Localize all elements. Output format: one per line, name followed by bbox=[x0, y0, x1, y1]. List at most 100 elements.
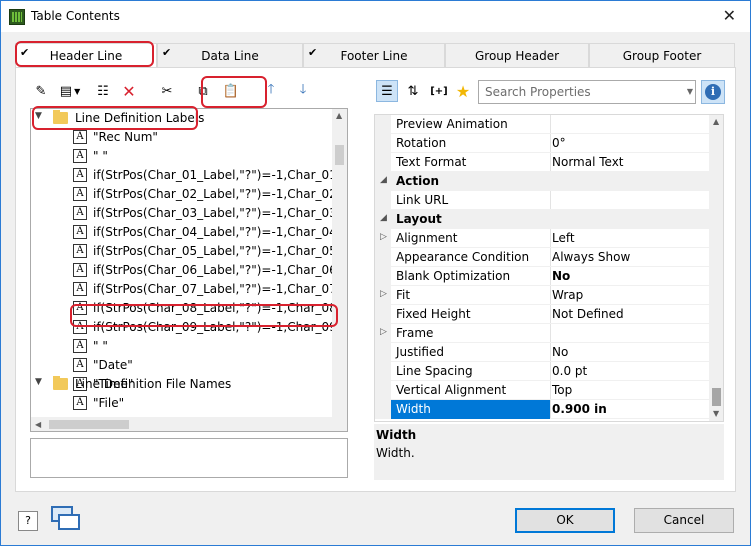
expand-chevron-icon[interactable]: ▼ bbox=[35, 111, 42, 121]
wand-icon[interactable]: ✎ bbox=[30, 80, 52, 102]
property-row[interactable]: Link URL bbox=[375, 191, 709, 210]
property-row[interactable]: Justified No bbox=[375, 343, 709, 362]
tree-vertical-scrollbar[interactable]: ▲ bbox=[332, 109, 347, 417]
scroll-left-icon[interactable]: ◀ bbox=[35, 420, 41, 429]
scroll-thumb[interactable] bbox=[335, 145, 344, 165]
property-row[interactable]: Blank Optimization No bbox=[375, 267, 709, 286]
property-row[interactable]: Preview Animation bbox=[375, 115, 709, 134]
categorized-view-icon[interactable]: ☰ bbox=[376, 80, 398, 102]
tab-header-line[interactable]: ✔ Header Line bbox=[15, 43, 157, 67]
text-field-icon: A bbox=[73, 396, 87, 410]
folder-label: Line Definition Labels bbox=[75, 111, 205, 125]
scroll-down-icon[interactable]: ▼ bbox=[713, 409, 719, 418]
chevron-down-icon[interactable]: ▼ bbox=[687, 87, 693, 96]
tree-item[interactable]: A " " bbox=[31, 337, 331, 356]
text-field-icon: A bbox=[73, 244, 87, 258]
property-value[interactable]: No bbox=[552, 269, 570, 283]
tree-item[interactable]: Aif(StrPos(Char_09_Label,"?")=-1,Char_09… bbox=[31, 318, 347, 337]
expand-icon[interactable]: ▷ bbox=[380, 232, 387, 242]
favorites-star-icon[interactable]: ★ bbox=[452, 80, 474, 102]
property-row[interactable]: Rotation 0° bbox=[375, 134, 709, 153]
tree-item[interactable]: Aif(StrPos(Char_05_Label,"?")=-1,Char_05… bbox=[31, 242, 347, 261]
tree-item[interactable]: Aif(StrPos(Char_06_Label,"?")=-1,Char_06… bbox=[31, 261, 347, 280]
property-row[interactable]: Text Format Normal Text bbox=[375, 153, 709, 172]
property-row[interactable]: Line Spacing 0.0 pt bbox=[375, 362, 709, 381]
expand-all-icon[interactable]: [+] bbox=[428, 80, 450, 102]
tree-item[interactable]: A "Rec Num" bbox=[31, 128, 331, 147]
expand-chevron-icon[interactable]: ▼ bbox=[35, 377, 42, 387]
tree-item[interactable]: Aif(StrPos(Char_04_Label,"?")=-1,Char_04… bbox=[31, 223, 347, 242]
property-row[interactable]: Vertical Alignment Top bbox=[375, 381, 709, 400]
tree-horizontal-scrollbar[interactable]: ◀ bbox=[31, 417, 347, 431]
help-button[interactable]: ? bbox=[18, 511, 38, 531]
tree-item[interactable]: Aif(StrPos(Char_01_Label,"?")=-1,Char_01… bbox=[31, 166, 347, 185]
folder-label: Line Definition File Names bbox=[75, 377, 232, 391]
properties-list-icon[interactable]: ☷ bbox=[92, 80, 114, 102]
property-value[interactable]: Not Defined bbox=[552, 307, 624, 321]
scroll-thumb[interactable] bbox=[712, 388, 721, 406]
tab-group-footer[interactable]: Group Footer bbox=[589, 43, 735, 67]
property-value[interactable]: Normal Text bbox=[552, 155, 624, 169]
delete-icon[interactable]: ✕ bbox=[118, 80, 140, 102]
tab-label: Header Line bbox=[49, 49, 123, 63]
tree-folder-line-file-names[interactable]: ▼ Line Definition File Names bbox=[31, 375, 331, 394]
property-row[interactable]: Fixed Height Not Defined bbox=[375, 305, 709, 324]
ok-button[interactable]: OK bbox=[515, 508, 615, 533]
tree-item[interactable]: Aif(StrPos(Char_03_Label,"?")=-1,Char_03… bbox=[31, 204, 347, 223]
property-row[interactable]: Appearance Condition Always Show bbox=[375, 248, 709, 267]
property-name: Rotation bbox=[396, 136, 447, 150]
property-value[interactable]: Left bbox=[552, 231, 575, 245]
property-name: Line Spacing bbox=[396, 364, 473, 378]
text-field-icon: A bbox=[73, 168, 87, 182]
property-value[interactable]: Top bbox=[552, 383, 572, 397]
property-category[interactable]: ◢ Action bbox=[375, 172, 709, 191]
property-row[interactable]: ▷ Fit Wrap bbox=[375, 286, 709, 305]
property-row[interactable]: ▷ Frame bbox=[375, 324, 709, 343]
property-value[interactable]: 0° bbox=[552, 136, 566, 150]
property-category[interactable]: ◢ Layout bbox=[375, 210, 709, 229]
property-value[interactable]: 0.0 pt bbox=[552, 364, 587, 378]
tab-footer-line[interactable]: ✔ Footer Line bbox=[303, 43, 445, 67]
tree-item[interactable]: Aif(StrPos(Char_02_Label,"?")=-1,Char_02… bbox=[31, 185, 347, 204]
tree-item-label: "File" bbox=[93, 396, 125, 410]
property-name: Link URL bbox=[396, 193, 449, 207]
property-grid: Preview Animation Rotation 0° Text Format No… bbox=[374, 114, 724, 422]
scroll-up-icon[interactable]: ▲ bbox=[713, 117, 719, 126]
search-properties-input[interactable]: Search Properties ▼ bbox=[478, 80, 696, 104]
tree-folder-line-labels[interactable]: ▼ Line Definition Labels bbox=[31, 109, 331, 128]
collapse-icon[interactable]: ◢ bbox=[380, 213, 387, 223]
scroll-up-icon[interactable]: ▲ bbox=[336, 111, 342, 120]
tab-group-header[interactable]: Group Header bbox=[445, 43, 589, 67]
tree-item[interactable]: A "File" bbox=[31, 394, 331, 413]
property-name: Preview Animation bbox=[396, 117, 508, 131]
move-down-icon[interactable]: 🡓 bbox=[292, 80, 314, 102]
property-row[interactable]: ▷ Alignment Left bbox=[375, 229, 709, 248]
tree-item[interactable]: A "Date" bbox=[31, 356, 331, 375]
property-value[interactable]: Wrap bbox=[552, 288, 583, 302]
tab-strip: ✔ Header Line ✔ Data Line ✔ Footer Line … bbox=[15, 43, 735, 67]
tree-item[interactable]: Aif(StrPos(Char_07_Label,"?")=-1,Char_07… bbox=[31, 280, 347, 299]
scroll-thumb[interactable] bbox=[49, 420, 129, 429]
tree-item[interactable]: Aif(StrPos(Char_08_Label,"?")=-1,Char_08… bbox=[31, 299, 347, 318]
property-value[interactable]: No bbox=[552, 345, 568, 359]
paste-icon[interactable]: 📋 bbox=[220, 80, 242, 102]
move-up-icon[interactable]: 🡑 bbox=[260, 80, 282, 102]
expand-icon[interactable]: ▷ bbox=[380, 327, 387, 337]
close-icon[interactable]: ✕ bbox=[723, 6, 736, 25]
copy-icon[interactable]: ⧉ bbox=[192, 80, 214, 102]
new-item-dropdown-icon[interactable]: ▤ ▼ bbox=[54, 80, 86, 102]
property-value[interactable]: 0.900 in bbox=[552, 402, 607, 416]
property-scrollbar[interactable]: ▲ ▼ bbox=[709, 115, 723, 421]
collapse-icon[interactable]: ◢ bbox=[380, 175, 387, 185]
windows-icon[interactable] bbox=[51, 506, 81, 532]
sort-alpha-icon[interactable]: ⇅ bbox=[402, 80, 424, 102]
cut-icon[interactable]: ✂ bbox=[156, 80, 178, 102]
tree-item[interactable]: A " " bbox=[31, 147, 331, 166]
expand-icon[interactable]: ▷ bbox=[380, 289, 387, 299]
info-button[interactable]: i bbox=[701, 80, 725, 104]
property-value[interactable]: Always Show bbox=[552, 250, 630, 264]
property-row[interactable]: Width 0.900 in bbox=[375, 400, 709, 419]
cancel-button[interactable]: Cancel bbox=[634, 508, 734, 533]
tab-data-line[interactable]: ✔ Data Line bbox=[157, 43, 303, 67]
property-panel: ☰ ⇅ [+] ★ Search Properties ▼ i Preview … bbox=[374, 80, 725, 480]
